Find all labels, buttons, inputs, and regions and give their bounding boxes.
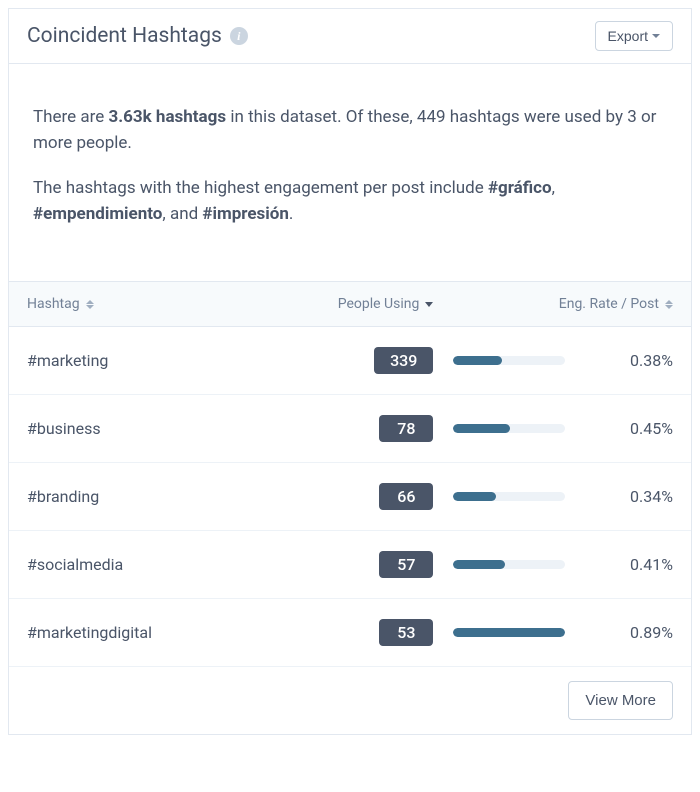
row-people-using: 53 [298,619,453,646]
eng-bar-track [453,628,565,637]
view-more-button[interactable]: View More [568,681,673,720]
people-count-pill: 57 [379,551,433,578]
summary-line-1: There are 3.63k hashtags in this dataset… [33,104,667,157]
card-footer: View More [9,667,691,734]
eng-bar-fill [453,424,510,433]
table-header: Hashtag People Using Eng. Rate / Post [9,281,691,327]
table-row[interactable]: #marketing 339 0.38% [9,327,691,395]
card-header: Coincident Hashtags i Export [9,9,691,64]
info-icon[interactable]: i [230,27,248,45]
col-header-people-using[interactable]: People Using [298,296,453,312]
eng-bar-fill [453,560,505,569]
eng-bar-fill [453,356,501,365]
people-count-pill: 78 [379,415,433,442]
summary-text: There are 3.63k hashtags in this dataset… [9,64,691,281]
row-hashtag: #business [27,419,298,438]
row-eng-rate: 0.38% [453,351,673,370]
eng-rate-value: 0.89% [617,623,673,642]
row-eng-rate: 0.41% [453,555,673,574]
export-label: Export [608,28,648,44]
col-header-hashtag[interactable]: Hashtag [27,296,298,312]
row-people-using: 78 [298,415,453,442]
sort-icon [86,300,94,309]
row-eng-rate: 0.45% [453,419,673,438]
table-row[interactable]: #business 78 0.45% [9,395,691,463]
row-hashtag: #marketing [27,351,298,370]
eng-rate-value: 0.41% [617,555,673,574]
row-people-using: 66 [298,483,453,510]
eng-bar-fill [453,492,496,501]
eng-bar-track [453,492,565,501]
people-count-pill: 53 [379,619,433,646]
row-eng-rate: 0.34% [453,487,673,506]
row-hashtag: #marketingdigital [27,623,298,642]
sort-icon [665,300,673,309]
eng-bar-fill [453,628,565,637]
coincident-hashtags-card: Coincident Hashtags i Export There are 3… [8,8,692,735]
table-row[interactable]: #branding 66 0.34% [9,463,691,531]
people-count-pill: 66 [379,483,433,510]
row-hashtag: #branding [27,487,298,506]
eng-bar-track [453,424,565,433]
row-eng-rate: 0.89% [453,623,673,642]
export-button[interactable]: Export [595,21,673,51]
eng-bar-track [453,356,565,365]
summary-line-2: The hashtags with the highest engagement… [33,175,667,228]
eng-bar-track [453,560,565,569]
eng-rate-value: 0.45% [617,419,673,438]
table-row[interactable]: #marketingdigital 53 0.89% [9,599,691,667]
people-count-pill: 339 [374,347,433,374]
row-people-using: 339 [298,347,453,374]
eng-rate-value: 0.34% [617,487,673,506]
chevron-down-icon [652,34,660,38]
table-body: #marketing 339 0.38% #business 78 0.45% #brand… [9,327,691,667]
row-people-using: 57 [298,551,453,578]
card-title-text: Coincident Hashtags [27,24,222,48]
eng-rate-value: 0.38% [617,351,673,370]
row-hashtag: #socialmedia [27,555,298,574]
table-row[interactable]: #socialmedia 57 0.41% [9,531,691,599]
card-title: Coincident Hashtags i [27,24,248,48]
sort-down-icon [425,302,433,307]
col-header-eng-rate[interactable]: Eng. Rate / Post [453,296,673,312]
